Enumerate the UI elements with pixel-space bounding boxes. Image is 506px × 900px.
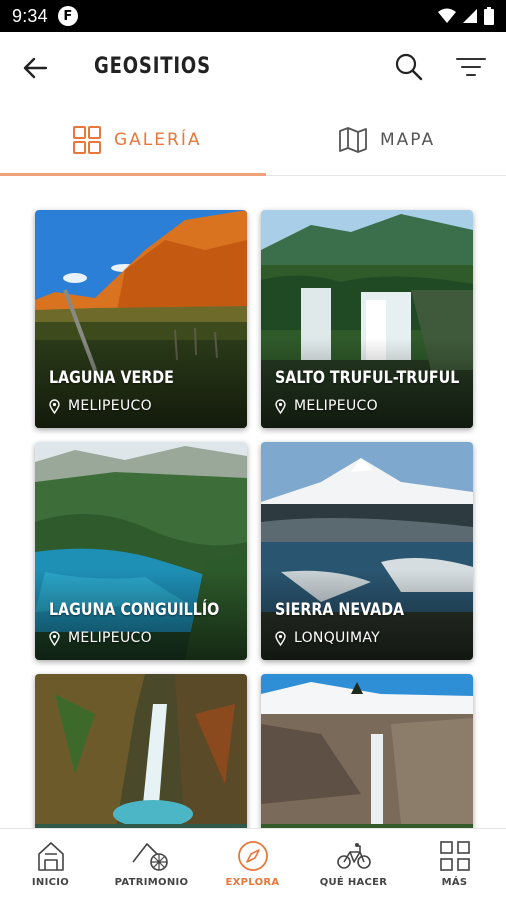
site-location: LONQUIMAY (275, 630, 380, 646)
site-name: LAGUNA CONGUILLÍO (49, 600, 220, 620)
nav-inicio-label: INICIO (31, 877, 70, 888)
site-card-salto-truful-truful[interactable]: SALTO TRUFUL-TRUFUL MELIPEUCO (261, 210, 473, 428)
site-card-waterfall-canyon[interactable] (35, 674, 247, 828)
status-icons (438, 7, 494, 25)
tab-map-label: MAPA (380, 130, 436, 150)
search-button[interactable] (394, 52, 424, 82)
filter-icon (456, 58, 486, 76)
location-pin-icon (49, 630, 60, 646)
tab-map[interactable]: MAPA (338, 104, 435, 176)
nav-patrimonio[interactable]: PATRIMONIO (101, 829, 202, 900)
app-bar: GEOSITIOS (0, 32, 506, 104)
battery-icon (484, 7, 494, 25)
house-icon (37, 842, 64, 871)
app-notification-icon: F (57, 6, 78, 26)
location-pin-icon (275, 630, 286, 646)
nav-que-hacer[interactable]: QUÉ HACER (303, 829, 404, 900)
map-icon (339, 127, 367, 153)
site-location: MELIPEUCO (49, 398, 152, 414)
site-location: MELIPEUCO (49, 630, 152, 646)
bottom-navigation: INICIO PATRIMONIO EXPLORA QUÉ HACER MÁS (0, 828, 506, 900)
site-card-sierra-nevada[interactable]: SIERRA NEVADA LONQUIMAY (261, 442, 473, 660)
search-icon (395, 53, 423, 81)
site-location-label: LONQUIMAY (294, 630, 381, 646)
signal-icon (463, 9, 477, 23)
compass-icon (237, 841, 268, 871)
wifi-icon (438, 8, 456, 23)
tab-gallery[interactable]: GALERÍA (72, 104, 201, 176)
site-card-laguna-verde[interactable]: LAGUNA VERDE MELIPEUCO (35, 210, 247, 428)
filter-button[interactable] (456, 56, 486, 80)
gallery-grid-icon (73, 126, 101, 154)
nav-mas-label: MÁS (441, 877, 468, 888)
site-card-snowy-cliffs[interactable] (261, 674, 473, 828)
view-tabs: GALERÍA MAPA (0, 104, 506, 176)
arrow-left-icon (23, 57, 48, 79)
waterfall-canyon-photo (35, 674, 247, 828)
site-location-label: MELIPEUCO (68, 630, 152, 646)
geosite-gallery: LAGUNA VERDE MELIPEUCO SALTO TRUFUL-TRUF… (0, 176, 506, 828)
status-bar: 9:34 F (0, 0, 506, 32)
tab-gallery-label: GALERÍA (114, 130, 202, 150)
back-button[interactable] (20, 54, 50, 82)
site-location-label: MELIPEUCO (68, 398, 152, 414)
site-name: SALTO TRUFUL-TRUFUL (275, 368, 460, 388)
status-time: 9:34 (12, 5, 48, 26)
snowy-cliffs-photo (261, 674, 473, 828)
bicycle-icon (336, 843, 371, 869)
site-name: SIERRA NEVADA (275, 600, 405, 620)
site-name: LAGUNA VERDE (49, 368, 174, 388)
nav-patrimonio-label: PATRIMONIO (114, 877, 189, 888)
nav-inicio[interactable]: INICIO (0, 829, 101, 900)
location-pin-icon (275, 398, 286, 414)
site-location-label: MELIPEUCO (294, 398, 378, 414)
nav-explora[interactable]: EXPLORA (202, 829, 303, 900)
nav-que-hacer-label: QUÉ HACER (319, 877, 388, 888)
nav-explora-label: EXPLORA (225, 877, 280, 888)
site-location: MELIPEUCO (275, 398, 378, 414)
heritage-icon (131, 843, 168, 871)
site-card-laguna-conguillio[interactable]: LAGUNA CONGUILLÍO MELIPEUCO (35, 442, 247, 660)
location-pin-icon (49, 398, 60, 414)
page-title: GEOSITIOS (94, 54, 211, 79)
nav-mas[interactable]: MÁS (404, 829, 505, 900)
grid-icon (439, 841, 470, 871)
